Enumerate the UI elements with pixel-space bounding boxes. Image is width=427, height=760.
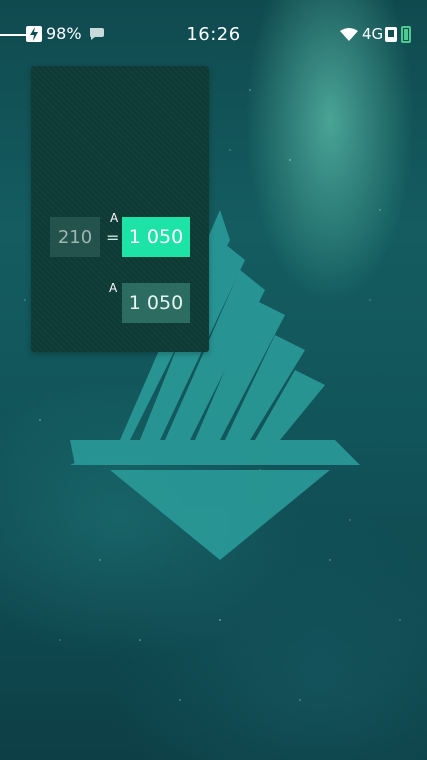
status-bar: 98% 16:26 4G [0,0,427,70]
wifi-icon [340,28,358,41]
unit-label-a: A [110,211,119,225]
network-type: 4G [362,25,384,43]
equals-sign: = [106,228,120,247]
input-value-field[interactable]: 210 [50,217,100,257]
secondary-result-value[interactable]: 1 050 [122,283,190,323]
result-value[interactable]: 1 050 [122,217,190,257]
sim-icon [385,27,397,42]
unit-label-a-secondary: A [109,281,118,295]
battery-icon [401,26,411,43]
